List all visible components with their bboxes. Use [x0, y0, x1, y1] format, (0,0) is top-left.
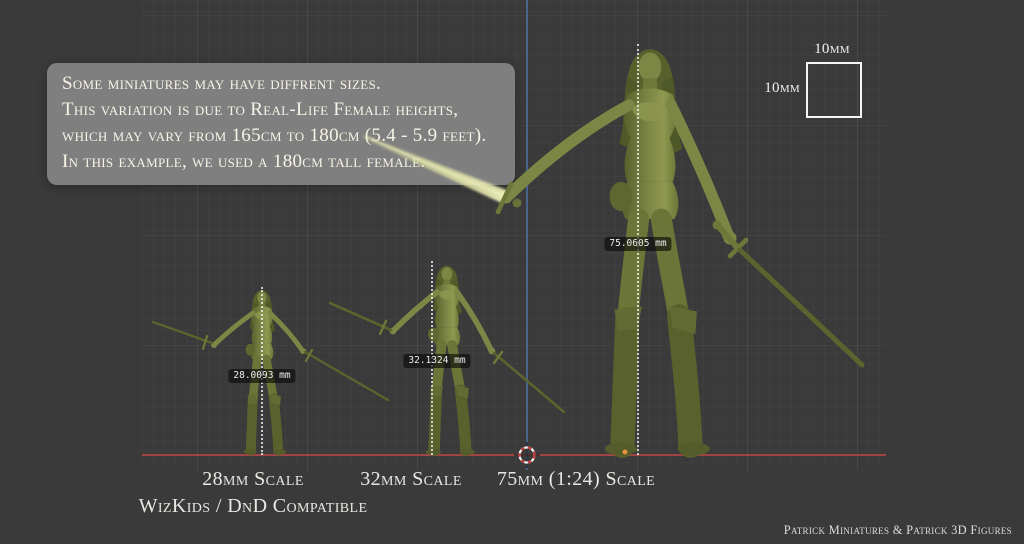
reference-square-side-label: 10mm — [764, 80, 800, 97]
scale-title: 32mm Scale — [360, 466, 462, 493]
scale-title: 75mm (1:24) Scale — [497, 466, 655, 493]
reference-square-10mm — [806, 62, 862, 118]
measurement-tag-75mm: 75.0605 mm — [604, 237, 671, 251]
reference-square-top-label: 10mm — [814, 41, 850, 58]
scene-render — [0, 0, 1024, 544]
measurement-tag-32mm: 32.1324 mm — [403, 354, 470, 368]
scale-caption-75mm: 75mm (1:24) Scale — [497, 466, 655, 493]
right-sword — [713, 221, 863, 366]
cursor-3d-icon — [514, 442, 540, 468]
scale-title: 28mm Scale — [139, 466, 368, 493]
blender-3d-viewport[interactable]: Some miniatures may have diffrent sizes.… — [0, 0, 1024, 544]
scale-caption-28mm: 28mm Scale WizKids / DnD Compatible — [139, 466, 368, 520]
glowing-sword — [361, 135, 521, 212]
scale-subtitle: WizKids / DnD Compatible — [139, 493, 368, 520]
object-origin-dot — [623, 450, 628, 455]
brand-watermark: Patrick Miniatures & Patrick 3D Figures — [784, 523, 1012, 538]
measurement-tag-28mm: 28.0093 mm — [228, 369, 295, 383]
scale-caption-32mm: 32mm Scale — [360, 466, 462, 493]
